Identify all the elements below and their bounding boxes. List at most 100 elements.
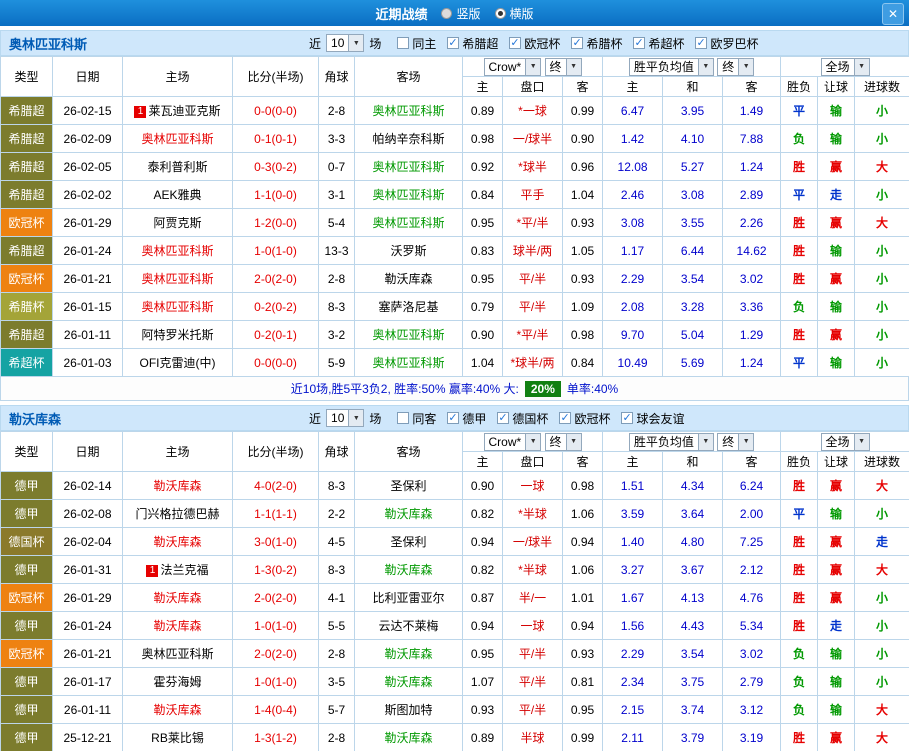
- chevron-down-icon: ▼: [697, 58, 713, 75]
- home-team-cell[interactable]: 奥林匹亚科斯: [122, 264, 233, 293]
- away-team-cell[interactable]: 斯图加特: [354, 695, 463, 724]
- away-team-cell[interactable]: 勒沃库森: [354, 667, 463, 696]
- away-team-cell[interactable]: 勒沃库森: [354, 555, 463, 584]
- away-team-cell[interactable]: 沃罗斯: [354, 236, 463, 265]
- checkbox-icon: [621, 411, 634, 424]
- home-team-cell[interactable]: 奥林匹亚科斯: [122, 639, 233, 668]
- games-count-select[interactable]: 10 ▼: [326, 409, 365, 427]
- result-handicap: 输: [817, 124, 856, 153]
- away-team-cell[interactable]: 帕纳辛奈科斯: [354, 124, 463, 153]
- col-result: 胜负: [780, 76, 819, 97]
- rank-badge: 1: [134, 105, 147, 118]
- home-team-cell[interactable]: AEK雅典: [122, 180, 233, 209]
- games-count-select[interactable]: 10 ▼: [326, 34, 365, 52]
- away-team-cell[interactable]: 奥林匹亚科斯: [354, 208, 463, 237]
- col-corner: 角球: [318, 431, 355, 472]
- away-team-cell[interactable]: 奥林匹亚科斯: [354, 96, 463, 125]
- avg-stage-select[interactable]: 终 ▼: [717, 432, 755, 451]
- col-date: 日期: [52, 56, 123, 97]
- league-filter-checkbox[interactable]: 希超杯: [633, 35, 684, 52]
- away-team-cell[interactable]: 勒沃库森: [354, 639, 463, 668]
- home-team-cell[interactable]: 奥林匹亚科斯: [122, 124, 233, 153]
- result-goals: 小: [854, 667, 909, 696]
- bookmaker-select[interactable]: Crow* ▼: [483, 57, 542, 76]
- league-filter-checkbox[interactable]: 希腊超: [447, 35, 498, 52]
- away-team-cell[interactable]: 塞萨洛尼基: [354, 292, 463, 321]
- league-filter-checkbox[interactable]: 同主: [397, 35, 436, 52]
- col-corner: 角球: [318, 56, 355, 97]
- league-filter-checkbox[interactable]: 欧冠杯: [559, 410, 610, 427]
- home-team-cell[interactable]: 阿特罗米托斯: [122, 320, 233, 349]
- avg-home: 2.08: [602, 292, 664, 321]
- home-team-cell[interactable]: 霍芬海姆: [122, 667, 233, 696]
- away-team-cell[interactable]: 勒沃库森: [354, 723, 463, 751]
- away-team-cell[interactable]: 云达不莱梅: [354, 611, 463, 640]
- home-team-cell[interactable]: 勒沃库森: [122, 527, 233, 556]
- home-team-cell[interactable]: 泰利普利斯: [122, 152, 233, 181]
- away-team-cell[interactable]: 圣保利: [354, 527, 463, 556]
- home-team-name: RB莱比锡: [151, 731, 204, 745]
- layout-radio-vertical[interactable]: 竖版: [441, 5, 481, 22]
- odds-stage-select[interactable]: 终 ▼: [544, 432, 582, 451]
- away-team-cell[interactable]: 奥林匹亚科斯: [354, 152, 463, 181]
- checkbox-label: 希腊杯: [586, 36, 623, 51]
- league-filter-checkbox[interactable]: 德甲: [447, 410, 486, 427]
- result-goals: 小: [854, 236, 909, 265]
- away-team-cell[interactable]: 圣保利: [354, 471, 463, 500]
- corner-score: 8-3: [318, 555, 355, 584]
- home-team-cell[interactable]: RB莱比锡: [122, 723, 233, 751]
- summary-tail: 单率:40%: [566, 382, 619, 396]
- result-wdl: 胜: [780, 527, 819, 556]
- away-team-cell[interactable]: 奥林匹亚科斯: [354, 180, 463, 209]
- home-team-cell[interactable]: OFI克雷迪(中): [122, 348, 233, 377]
- result-wdl: 负: [780, 124, 819, 153]
- league-filter-checkbox[interactable]: 同客: [397, 410, 436, 427]
- away-team-cell[interactable]: 比利亚雷亚尔: [354, 583, 463, 612]
- league-filter-checkbox[interactable]: 德国杯: [497, 410, 548, 427]
- avg-type-select[interactable]: 胜平负均值 ▼: [628, 432, 714, 451]
- home-team-cell[interactable]: 奥林匹亚科斯: [122, 236, 233, 265]
- avg-home: 2.15: [602, 695, 664, 724]
- home-team-name: 泰利普利斯: [147, 160, 208, 174]
- layout-radio-horizontal[interactable]: 横版: [494, 5, 534, 22]
- league-badge: 欧冠杯: [0, 208, 53, 237]
- close-button[interactable]: ✕: [882, 3, 904, 25]
- league-filter-checkbox[interactable]: 欧冠杯: [509, 35, 560, 52]
- match-row: 希腊超 26-02-09 奥林匹亚科斯 0-1(0-1) 3-3 帕纳辛奈科斯 …: [0, 124, 909, 153]
- home-team-cell[interactable]: 1 法兰克福: [122, 555, 233, 584]
- corner-score: 8-3: [318, 292, 355, 321]
- odds-away: 1.05: [561, 236, 604, 265]
- away-team-cell[interactable]: 奥林匹亚科斯: [354, 348, 463, 377]
- scope-filter-cell: 全场 ▼: [780, 431, 909, 452]
- league-filter-checkbox[interactable]: 球会友谊: [621, 410, 684, 427]
- league-filter-checkbox[interactable]: 欧罗巴杯: [695, 35, 758, 52]
- scope-select[interactable]: 全场 ▼: [820, 57, 870, 76]
- home-team-cell[interactable]: 勒沃库森: [122, 583, 233, 612]
- home-team-cell[interactable]: 勒沃库森: [122, 611, 233, 640]
- odds-stage-select[interactable]: 终 ▼: [544, 57, 582, 76]
- home-team-cell[interactable]: 阿贾克斯: [122, 208, 233, 237]
- checkbox-label: 希腊超: [462, 36, 499, 51]
- checkbox-icon: [509, 36, 522, 49]
- avg-type-select[interactable]: 胜平负均值 ▼: [628, 57, 714, 76]
- away-team-cell[interactable]: 奥林匹亚科斯: [354, 320, 463, 349]
- home-team-cell[interactable]: 1 莱瓦迪亚克斯: [122, 96, 233, 125]
- home-team-cell[interactable]: 奥林匹亚科斯: [122, 292, 233, 321]
- bookmaker-select[interactable]: Crow* ▼: [483, 432, 542, 451]
- away-team-name: 勒沃库森: [384, 563, 433, 577]
- home-team-cell[interactable]: 勒沃库森: [122, 695, 233, 724]
- col-score: 比分(半场): [232, 56, 319, 97]
- odds-away: 0.93: [561, 264, 604, 293]
- games-label: 场: [369, 36, 382, 51]
- scope-select[interactable]: 全场 ▼: [820, 432, 870, 451]
- home-team-cell[interactable]: 门兴格拉德巴赫: [122, 499, 233, 528]
- summary-badge: 20%: [524, 380, 561, 397]
- home-team-cell[interactable]: 勒沃库森: [122, 471, 233, 500]
- avg-away: 14.62: [722, 236, 782, 265]
- league-filter-checkbox[interactable]: 希腊杯: [571, 35, 622, 52]
- match-row: 德甲 25-12-21 RB莱比锡 1-3(1-2) 2-8 勒沃库森 0.89…: [0, 723, 909, 751]
- away-team-cell[interactable]: 勒沃库森: [354, 264, 463, 293]
- avg-stage-select[interactable]: 终 ▼: [717, 57, 755, 76]
- away-team-cell[interactable]: 勒沃库森: [354, 499, 463, 528]
- home-team-name: AEK雅典: [153, 188, 202, 202]
